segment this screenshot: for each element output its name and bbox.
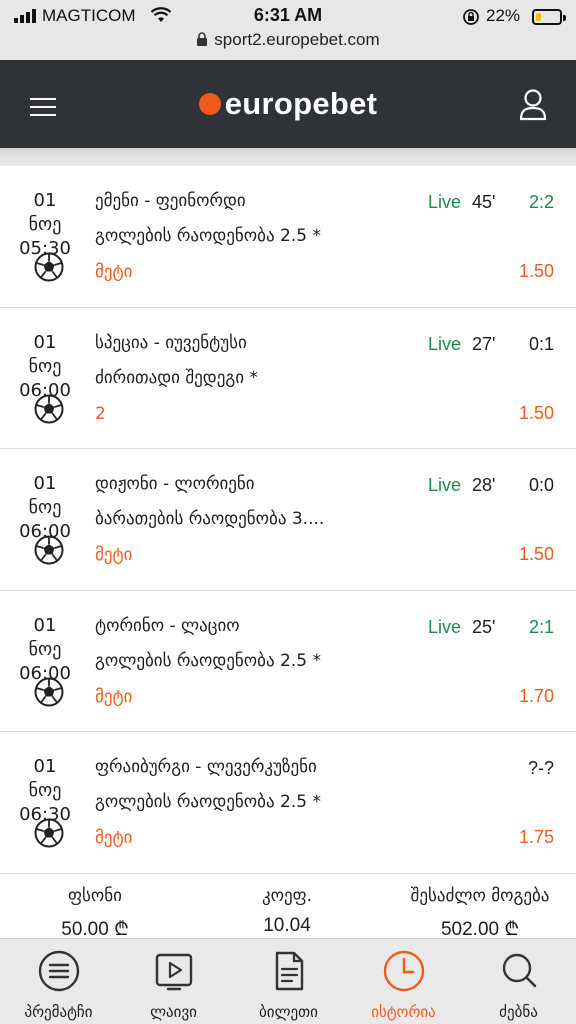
- bet-date: 01 ნოე: [28, 473, 62, 518]
- bet-pick: მეტი: [95, 686, 133, 707]
- nav-ticket-label: ბილეთი: [259, 1003, 318, 1021]
- address-bar[interactable]: sport2.europebet.com: [0, 30, 576, 52]
- nav-ticket[interactable]: ბილეთი: [231, 949, 346, 1021]
- bet-date: 01 ნოე: [28, 756, 62, 801]
- possible-win-label: შესაძლო მოგება: [410, 886, 550, 906]
- clock-icon: [346, 949, 461, 997]
- football-icon: [34, 818, 64, 852]
- bet-row[interactable]: 01 ნოე 06:00 ტორინო - ლაციო გოლების რაოდ…: [0, 591, 576, 732]
- nav-prematch[interactable]: პრემატჩი: [1, 949, 116, 1021]
- search-icon: [461, 949, 576, 997]
- nav-history[interactable]: ისტორია: [346, 949, 461, 1021]
- bet-history-list: 01 ნოე 05:30 ემენი - ფეინორდი გოლების რა…: [0, 166, 576, 874]
- match-score: 2:2: [528, 192, 554, 212]
- match-minute: 45': [472, 192, 496, 212]
- nav-live-label: ლაივი: [150, 1003, 197, 1021]
- bet-match: დიჟონი - ლორიენი: [95, 474, 255, 494]
- bet-match: ფრაიბურგი - ლევერკუზენი: [95, 757, 317, 777]
- bet-odds: 1.50: [518, 402, 554, 423]
- bet-pick: მეტი: [95, 262, 133, 282]
- play-icon: [116, 949, 231, 997]
- bet-row[interactable]: 01 ნოე 06:30 ფრაიბურგი - ლევერკუზენი გოლ…: [0, 732, 576, 874]
- battery-percent: 22%: [486, 6, 521, 25]
- logo-text: europebet: [224, 86, 378, 121]
- header-shadow: [0, 148, 576, 166]
- live-badge: Live: [428, 616, 462, 637]
- bet-market: ძირითადი შედეგი *: [95, 367, 258, 388]
- bet-pick: მეტი: [95, 545, 133, 565]
- live-badge: Live: [428, 475, 462, 495]
- stake-label: ფსონი: [68, 886, 122, 906]
- orientation-lock-icon: [462, 8, 480, 31]
- match-minute: 27': [472, 333, 496, 354]
- football-icon: [34, 535, 64, 569]
- bet-row[interactable]: 01 ნოე 06:00 დიჟონი - ლორიენი ბარათების …: [0, 449, 576, 591]
- odds-summary: კოეფ. 10.04: [232, 886, 342, 937]
- stake-summary: ფსონი 50.00 ₾: [40, 886, 150, 941]
- url-text: sport2.europebet.com: [214, 30, 380, 49]
- bet-match: ემენი - ფეინორდი: [95, 191, 246, 211]
- bet-date: 01 ნოე: [28, 331, 62, 377]
- bet-datetime: 01 ნოე 06:00: [16, 331, 74, 403]
- match-score: 0:0: [528, 475, 554, 495]
- bet-pick: მეტი: [95, 828, 133, 848]
- bet-datetime: 01 ნოე 06:00: [16, 614, 74, 686]
- bet-match: სპეცია - იუვენტუსი: [95, 332, 247, 353]
- nav-search-label: ძებნა: [499, 1003, 538, 1021]
- live-badge: Live: [428, 192, 462, 212]
- match-minute: 28': [472, 475, 496, 495]
- bet-odds: 1.75: [518, 827, 554, 847]
- bet-date: 01 ნოე: [28, 190, 62, 235]
- lock-icon: [196, 32, 208, 52]
- live-badge: Live: [428, 333, 462, 354]
- battery-icon: [532, 9, 566, 25]
- bet-date: 01 ნოე: [28, 614, 62, 660]
- bet-market: გოლების რაოდენობა 2.5 *: [95, 226, 321, 246]
- bet-datetime: 01 ნოე 05:30: [16, 189, 74, 261]
- total-odds-value: 10.04: [263, 915, 311, 936]
- ticket-summary: ფსონი 50.00 ₾ კოეფ. 10.04 შესაძლო მოგება…: [0, 874, 576, 941]
- match-score: 0:1: [528, 333, 554, 354]
- bet-match: ტორინო - ლაციო: [95, 615, 240, 636]
- possible-win-summary: შესაძლო მოგება 502.00 ₾: [390, 886, 570, 941]
- bet-row[interactable]: 01 ნოე 06:00 სპეცია - იუვენტუსი ძირითადი…: [0, 308, 576, 449]
- football-icon: [34, 677, 64, 711]
- nav-search[interactable]: ძებნა: [461, 949, 576, 1021]
- brand-logo[interactable]: europebet: [0, 86, 576, 122]
- football-icon: [34, 394, 64, 428]
- status-bar: MAGTICOM 6:31 AM 22% sport2.europebet.co…: [0, 0, 576, 60]
- bet-market: გოლების რაოდენობა 2.5 *: [95, 792, 321, 812]
- bet-row[interactable]: 01 ნოე 05:30 ემენი - ფეინორდი გოლების რა…: [0, 166, 576, 308]
- match-score: 2:1: [528, 616, 554, 637]
- list-icon: [1, 949, 116, 997]
- app-header: europebet: [0, 60, 576, 148]
- nav-live[interactable]: ლაივი: [116, 949, 231, 1021]
- logo-dot: [198, 93, 221, 115]
- football-icon: [34, 252, 64, 286]
- nav-prematch-label: პრემატჩი: [24, 1003, 93, 1021]
- bet-market: ბარათების რაოდენობა 3....: [95, 509, 325, 529]
- bet-odds: 1.50: [518, 544, 554, 564]
- nav-history-label: ისტორია: [371, 1003, 436, 1021]
- bet-datetime: 01 ნოე 06:00: [16, 472, 74, 544]
- bet-market: გოლების რაოდენობა 2.5 *: [95, 650, 321, 671]
- bet-odds: 1.70: [518, 685, 554, 706]
- match-minute: 25': [472, 616, 496, 637]
- bet-pick: 2: [95, 403, 106, 424]
- ticket-icon: [231, 949, 346, 997]
- total-odds-label: კოეფ.: [261, 886, 313, 906]
- user-icon[interactable]: [518, 88, 548, 126]
- bet-datetime: 01 ნოე 06:30: [16, 755, 74, 827]
- bottom-navigation: პრემატჩი ლაივი ბილეთი ისტორია ძებნა: [0, 938, 576, 1024]
- bet-odds: 1.50: [518, 261, 554, 281]
- match-score: ?-?: [527, 758, 554, 778]
